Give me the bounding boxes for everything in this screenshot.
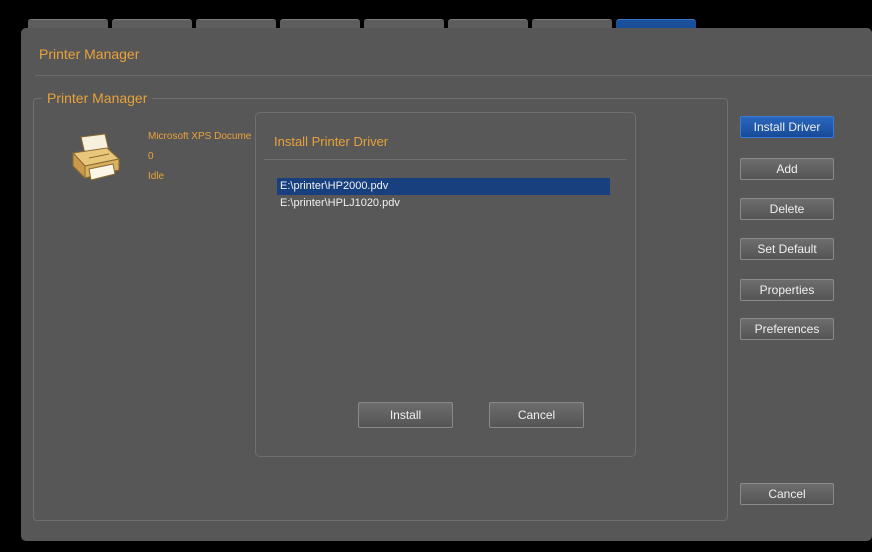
install-button[interactable]: Install: [358, 402, 453, 428]
install-driver-button[interactable]: Install Driver: [740, 116, 834, 138]
install-driver-dialog: Install Printer Driver E:\printer\HP2000…: [255, 112, 636, 457]
group-label: Printer Manager: [42, 90, 153, 106]
driver-list-item[interactable]: E:\printer\HPLJ1020.pdv: [277, 195, 610, 212]
title-divider: [35, 75, 872, 76]
delete-button[interactable]: Delete: [740, 198, 834, 220]
window-title: Printer Manager: [39, 46, 140, 62]
printer-jobs: 0: [148, 151, 154, 162]
dialog-title: Install Printer Driver: [274, 134, 389, 149]
printer-name: Microsoft XPS Docume: [148, 132, 252, 142]
preferences-button[interactable]: Preferences: [740, 318, 834, 340]
dialog-cancel-button[interactable]: Cancel: [489, 402, 584, 428]
driver-list[interactable]: E:\printer\HP2000.pdv E:\printer\HPLJ102…: [277, 178, 610, 212]
printer-icon[interactable]: [69, 133, 121, 183]
dialog-divider: [264, 159, 627, 160]
properties-button[interactable]: Properties: [740, 279, 834, 301]
printer-info: Microsoft XPS Docume 0 Idle: [148, 132, 260, 192]
set-default-button[interactable]: Set Default: [740, 238, 834, 260]
driver-list-item[interactable]: E:\printer\HP2000.pdv: [277, 178, 610, 195]
printer-status: Idle: [148, 171, 165, 182]
cancel-button[interactable]: Cancel: [740, 483, 834, 505]
add-button[interactable]: Add: [740, 158, 834, 180]
